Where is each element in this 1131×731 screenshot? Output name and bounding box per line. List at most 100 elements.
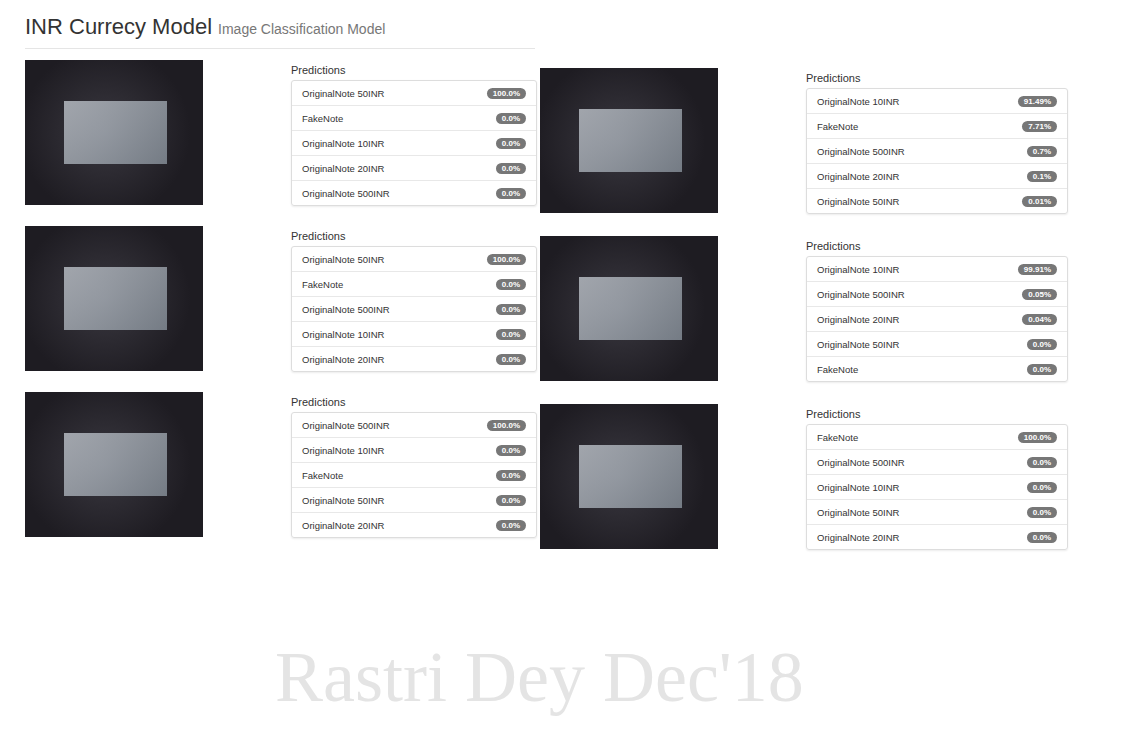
prediction-row: OriginalNote 20INR 0.0% [292, 512, 536, 537]
prediction-label: OriginalNote 500INR [817, 146, 905, 157]
predictions: Predictions OriginalNote 500INR 100.0%Or… [291, 392, 537, 538]
prediction-label: OriginalNote 50INR [817, 339, 899, 350]
results-area: INR Currecy Model Image Classification M… [0, 0, 1131, 550]
prediction-row: OriginalNote 10INR 0.0% [292, 437, 536, 462]
prediction-row: OriginalNote 500INR 0.05% [807, 281, 1067, 306]
prediction-badge: 0.0% [496, 520, 526, 531]
prediction-row: FakeNote 0.0% [807, 356, 1067, 381]
prediction-row: OriginalNote 10INR 91.49% [807, 89, 1067, 113]
prediction-label: FakeNote [302, 113, 343, 124]
prediction-badge: 0.0% [496, 304, 526, 315]
prediction-row: OriginalNote 10INR 0.0% [807, 474, 1067, 499]
prediction-row: OriginalNote 20INR 0.1% [807, 163, 1067, 188]
watermark: Rastri Dey Dec'18 [275, 636, 804, 719]
note-photo [540, 236, 718, 381]
prediction-badge: 100.0% [487, 420, 526, 431]
results-column: INR Currecy Model Image Classification M… [0, 0, 540, 550]
note-shape [64, 433, 167, 497]
note-photo [540, 68, 718, 213]
prediction-badge: 99.91% [1018, 264, 1057, 275]
prediction-label: OriginalNote 10INR [817, 482, 899, 493]
prediction-badge: 0.0% [496, 113, 526, 124]
prediction-badge: 0.0% [1027, 364, 1057, 375]
prediction-label: OriginalNote 10INR [302, 445, 384, 456]
predictions-list: FakeNote 100.0%OriginalNote 500INR 0.0%O… [806, 424, 1068, 550]
prediction-badge: 0.0% [1027, 532, 1057, 543]
prediction-row: OriginalNote 20INR 0.0% [292, 155, 536, 180]
prediction-badge: 91.49% [1018, 96, 1057, 107]
note-photo [25, 226, 203, 371]
prediction-label: OriginalNote 20INR [817, 532, 899, 543]
result-item: Predictions OriginalNote 50INR 100.0%Fak… [25, 60, 540, 206]
prediction-badge: 0.1% [1027, 171, 1057, 182]
prediction-row: OriginalNote 50INR 100.0% [292, 81, 536, 105]
prediction-label: FakeNote [302, 279, 343, 290]
prediction-badge: 7.71% [1022, 121, 1057, 132]
prediction-row: OriginalNote 10INR 99.91% [807, 257, 1067, 281]
prediction-label: OriginalNote 10INR [302, 138, 384, 149]
prediction-row: OriginalNote 10INR 0.0% [292, 321, 536, 346]
results-column: Predictions OriginalNote 10INR 91.49%Fak… [540, 0, 1085, 550]
prediction-row: OriginalNote 500INR 0.0% [292, 180, 536, 205]
prediction-row: OriginalNote 50INR 0.0% [807, 331, 1067, 356]
note-photo [25, 60, 203, 205]
prediction-badge: 0.05% [1022, 289, 1057, 300]
title: INR Currecy Model [25, 14, 212, 40]
prediction-row: OriginalNote 500INR 0.7% [807, 138, 1067, 163]
result-item: Predictions FakeNote 100.0%OriginalNote … [540, 404, 1085, 550]
prediction-label: OriginalNote 20INR [302, 163, 384, 174]
note-photo [540, 404, 718, 549]
prediction-label: FakeNote [817, 432, 858, 443]
predictions: Predictions OriginalNote 10INR 99.91%Ori… [806, 236, 1068, 382]
prediction-badge: 0.7% [1027, 146, 1057, 157]
prediction-row: FakeNote 0.0% [292, 462, 536, 487]
result-item: Predictions OriginalNote 10INR 91.49%Fak… [540, 68, 1085, 214]
prediction-label: OriginalNote 10INR [817, 264, 899, 275]
prediction-row: OriginalNote 500INR 100.0% [292, 413, 536, 437]
result-item: Predictions OriginalNote 500INR 100.0%Or… [25, 392, 540, 538]
result-item: Predictions OriginalNote 50INR 100.0%Fak… [25, 226, 540, 372]
prediction-label: OriginalNote 500INR [817, 289, 905, 300]
prediction-row: FakeNote 100.0% [807, 425, 1067, 449]
prediction-label: OriginalNote 20INR [302, 520, 384, 531]
prediction-badge: 0.0% [496, 138, 526, 149]
prediction-row: OriginalNote 50INR 0.0% [292, 487, 536, 512]
prediction-row: FakeNote 0.0% [292, 105, 536, 130]
note-shape [64, 101, 167, 165]
prediction-label: OriginalNote 50INR [302, 495, 384, 506]
prediction-row: OriginalNote 50INR 0.0% [807, 499, 1067, 524]
predictions-heading: Predictions [806, 240, 1068, 252]
prediction-label: FakeNote [302, 470, 343, 481]
predictions: Predictions OriginalNote 50INR 100.0%Fak… [291, 226, 537, 372]
predictions-heading: Predictions [291, 64, 537, 76]
predictions-list: OriginalNote 10INR 99.91%OriginalNote 50… [806, 256, 1068, 382]
prediction-label: OriginalNote 50INR [302, 88, 384, 99]
subtitle: Image Classification Model [218, 21, 385, 37]
predictions-list: OriginalNote 10INR 91.49%FakeNote 7.71%O… [806, 88, 1068, 214]
note-photo [25, 392, 203, 537]
prediction-label: OriginalNote 500INR [302, 188, 390, 199]
prediction-label: OriginalNote 20INR [817, 171, 899, 182]
predictions-heading: Predictions [806, 408, 1068, 420]
prediction-label: OriginalNote 20INR [302, 354, 384, 365]
prediction-label: OriginalNote 50INR [302, 254, 384, 265]
prediction-row: OriginalNote 20INR 0.0% [292, 346, 536, 371]
prediction-badge: 0.0% [1027, 457, 1057, 468]
predictions: Predictions OriginalNote 50INR 100.0%Fak… [291, 60, 537, 206]
prediction-badge: 0.0% [496, 445, 526, 456]
predictions-list: OriginalNote 500INR 100.0%OriginalNote 1… [291, 412, 537, 538]
page: INR Currecy Model Image Classification M… [0, 0, 1131, 731]
prediction-badge: 0.01% [1022, 196, 1057, 207]
note-shape [579, 445, 682, 509]
prediction-row: OriginalNote 20INR 0.04% [807, 306, 1067, 331]
predictions: Predictions OriginalNote 10INR 91.49%Fak… [806, 68, 1068, 214]
note-shape [64, 267, 167, 331]
result-item: Predictions OriginalNote 10INR 99.91%Ori… [540, 236, 1085, 382]
predictions: Predictions FakeNote 100.0%OriginalNote … [806, 404, 1068, 550]
predictions-heading: Predictions [806, 72, 1068, 84]
prediction-badge: 0.0% [1027, 507, 1057, 518]
prediction-label: OriginalNote 50INR [817, 196, 899, 207]
prediction-label: OriginalNote 50INR [817, 507, 899, 518]
prediction-badge: 0.0% [496, 470, 526, 481]
prediction-row: OriginalNote 10INR 0.0% [292, 130, 536, 155]
